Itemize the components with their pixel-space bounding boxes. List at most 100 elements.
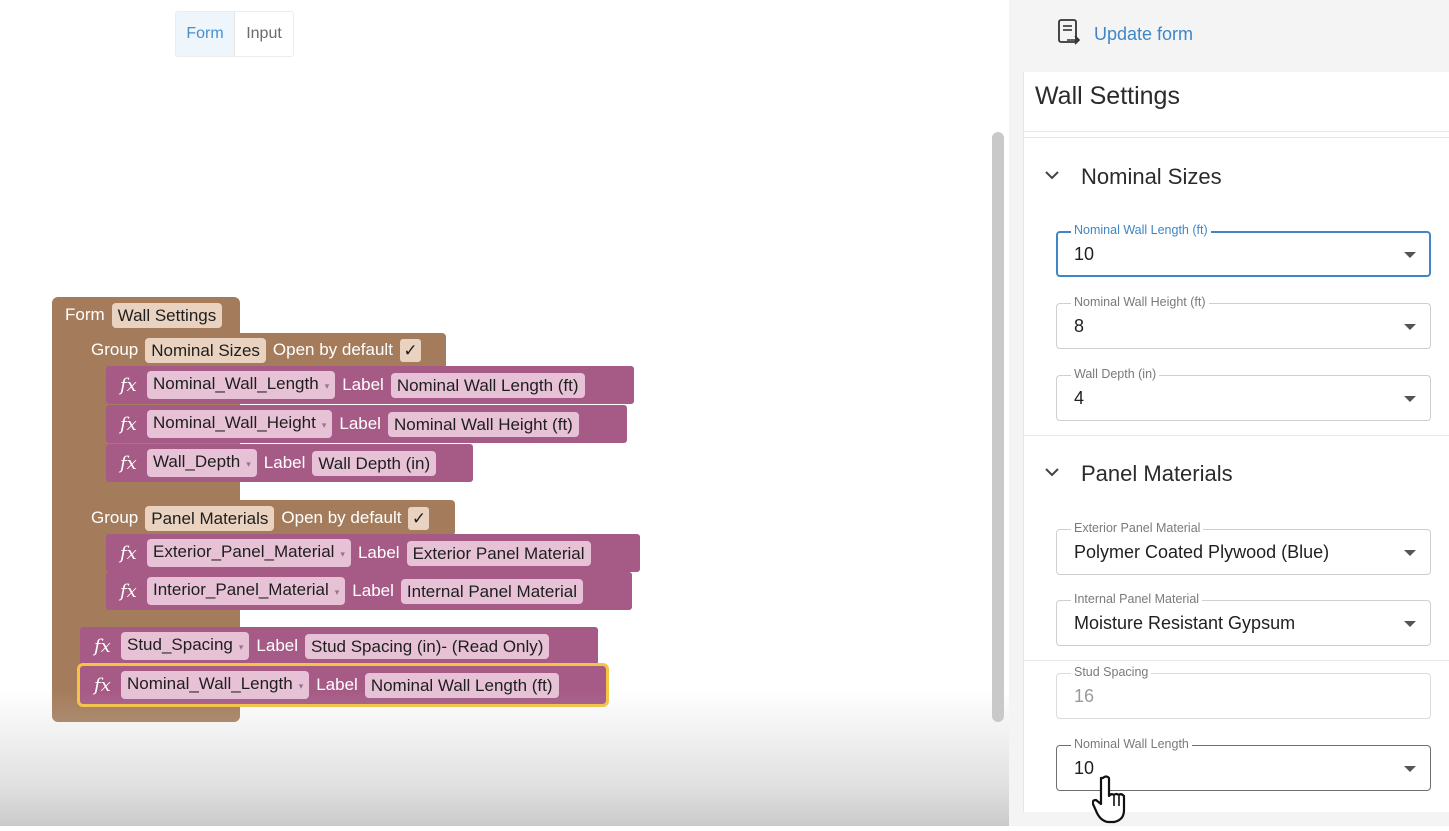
tab-form[interactable]: Form (176, 12, 235, 56)
label-keyword: Label (256, 636, 299, 655)
group-header-panel-materials: Group Panel Materials Open by default ✓ (91, 499, 430, 537)
label-field[interactable]: Nominal Wall Length (ft) (364, 672, 559, 698)
open-by-default-label: Open by default (281, 508, 402, 527)
workspace-scrollbar[interactable] (992, 132, 1004, 722)
chevron-down-icon: ▾ (334, 587, 340, 597)
field-value: 10 (1074, 244, 1095, 264)
wall-depth-select[interactable]: Wall Depth (in) 4 (1056, 367, 1431, 421)
form-preview-title: Wall Settings (1035, 82, 1180, 110)
input-block-stud-spacing[interactable]: fx Stud_Spacing ▾ Label Stud Spacing (in)… (80, 627, 598, 665)
chevron-down-icon: ▾ (246, 459, 251, 469)
variable-dropdown[interactable]: Interior_Panel_Material ▾ (147, 577, 346, 605)
variable-dropdown[interactable]: Stud_Spacing ▾ (121, 632, 250, 660)
field-value: 4 (1074, 388, 1085, 408)
label-keyword: Label (342, 375, 384, 394)
group-notch (104, 612, 142, 622)
input-block-wall-depth[interactable]: fx Wall_Depth ▾ Label Wall Depth (in) (106, 444, 473, 482)
chevron-down-icon (1043, 166, 1061, 189)
field-label: Internal Panel Material (1071, 592, 1203, 606)
chevron-down-icon: ▾ (321, 420, 327, 430)
input-block-nominal-wall-height[interactable]: fx Nominal_Wall_Height ▾ Label Nominal Wa… (106, 405, 627, 443)
field-value: Polymer Coated Plywood (Blue) (1074, 542, 1330, 562)
dropdown-arrow-icon (1404, 252, 1416, 258)
nominal-wall-height-select[interactable]: Nominal Wall Height (ft) 8 (1056, 295, 1431, 349)
label-field[interactable]: Internal Panel Material (400, 578, 583, 604)
label-keyword: Label (263, 453, 306, 472)
group-keyword: Group (91, 508, 139, 527)
variable-dropdown[interactable]: Nominal_Wall_Length ▾ (147, 371, 336, 399)
function-icon: fx (120, 542, 137, 564)
open-by-default-label: Open by default (272, 340, 393, 359)
field-label: Stud Spacing (1071, 665, 1152, 679)
chevron-down-icon: ▾ (298, 681, 304, 691)
field-label: Nominal Wall Length (ft) (1071, 223, 1211, 237)
section-header-nominal-sizes[interactable]: Nominal Sizes (1043, 164, 1222, 190)
tab-input[interactable]: Input (235, 12, 293, 56)
chevron-down-icon (1043, 463, 1061, 486)
function-icon: fx (120, 452, 137, 474)
function-icon: fx (94, 674, 111, 696)
function-icon: fx (120, 413, 137, 435)
form-name-field[interactable]: Wall Settings (111, 302, 223, 328)
input-block-exterior-panel-material[interactable]: fx Exterior_Panel_Material ▾ Label Exteri… (106, 534, 640, 572)
update-form-label: Update form (1094, 24, 1194, 44)
section-title: Nominal Sizes (1081, 164, 1222, 189)
group-name-field[interactable]: Panel Materials (145, 505, 275, 531)
chevron-down-icon: ▾ (340, 549, 345, 559)
group-name-field[interactable]: Nominal Sizes (145, 337, 266, 363)
dropdown-arrow-icon (1404, 621, 1416, 627)
chevron-down-icon: ▾ (324, 381, 330, 391)
dropdown-arrow-icon (1404, 766, 1416, 772)
field-label: Wall Depth (in) (1071, 367, 1160, 381)
section-title: Panel Materials (1081, 461, 1233, 486)
dropdown-arrow-icon (1404, 550, 1416, 556)
form-refresh-icon (1056, 18, 1082, 51)
view-tabs: Form Input (175, 11, 294, 57)
title-divider (1023, 131, 1449, 132)
nominal-wall-length-select[interactable]: Nominal Wall Length (ft) 10 (1056, 223, 1431, 277)
update-form-button[interactable]: Update form (1056, 18, 1193, 51)
field-label: Nominal Wall Length (1071, 737, 1192, 751)
function-icon: fx (94, 635, 111, 657)
field-value: 16 (1074, 686, 1095, 706)
variable-dropdown[interactable]: Nominal_Wall_Length ▾ (121, 671, 310, 699)
label-field[interactable]: Nominal Wall Length (ft) (390, 372, 585, 398)
section-header-panel-materials[interactable]: Panel Materials (1043, 461, 1233, 487)
label-keyword: Label (357, 543, 400, 562)
field-label: Nominal Wall Height (ft) (1071, 295, 1209, 309)
group-header-nominal-sizes: Group Nominal Sizes Open by default ✓ (91, 331, 421, 369)
label-field[interactable]: Exterior Panel Material (406, 540, 591, 566)
input-block-nominal-wall-length-selected[interactable]: fx Nominal_Wall_Length ▾ Label Nominal Wa… (77, 663, 609, 707)
label-field[interactable]: Stud Spacing (in)- (Read Only) (305, 633, 550, 659)
exterior-panel-material-select[interactable]: Exterior Panel Material Polymer Coated P… (1056, 521, 1431, 575)
form-keyword: Form (65, 305, 105, 324)
label-field[interactable]: Wall Depth (in) (312, 450, 437, 476)
label-keyword: Label (352, 581, 394, 600)
section-divider (1023, 435, 1449, 436)
stud-spacing-readonly-field: Stud Spacing 16 (1056, 665, 1431, 719)
variable-dropdown[interactable]: Wall_Depth ▾ (147, 449, 257, 477)
hand-cursor-icon (1091, 774, 1130, 831)
field-value: Moisture Resistant Gypsum (1074, 613, 1296, 633)
dropdown-arrow-icon (1404, 396, 1416, 402)
input-block-nominal-wall-length[interactable]: fx Nominal_Wall_Length ▾ Label Nominal Wa… (106, 366, 634, 404)
open-by-default-checkbox[interactable]: ✓ (408, 506, 430, 530)
variable-dropdown[interactable]: Nominal_Wall_Height ▾ (147, 410, 333, 438)
chevron-down-icon: ▾ (238, 642, 244, 652)
function-icon: fx (120, 374, 137, 396)
internal-panel-material-select[interactable]: Internal Panel Material Moisture Resista… (1056, 592, 1431, 646)
input-block-interior-panel-material[interactable]: fx Interior_Panel_Material ▾ Label Intern… (106, 572, 632, 610)
field-value: 8 (1074, 316, 1085, 336)
label-keyword: Label (316, 675, 358, 694)
section-divider (1023, 660, 1449, 661)
group-keyword: Group (91, 340, 139, 359)
section-divider (1023, 137, 1449, 138)
variable-dropdown[interactable]: Exterior_Panel_Material ▾ (147, 539, 351, 567)
label-field[interactable]: Nominal Wall Height (ft) (387, 411, 579, 437)
open-by-default-checkbox[interactable]: ✓ (399, 338, 421, 362)
function-icon: fx (120, 580, 137, 602)
field-label: Exterior Panel Material (1071, 521, 1204, 535)
dropdown-arrow-icon (1404, 324, 1416, 330)
form-header: Form Wall Settings (65, 296, 223, 334)
label-keyword: Label (339, 414, 381, 433)
